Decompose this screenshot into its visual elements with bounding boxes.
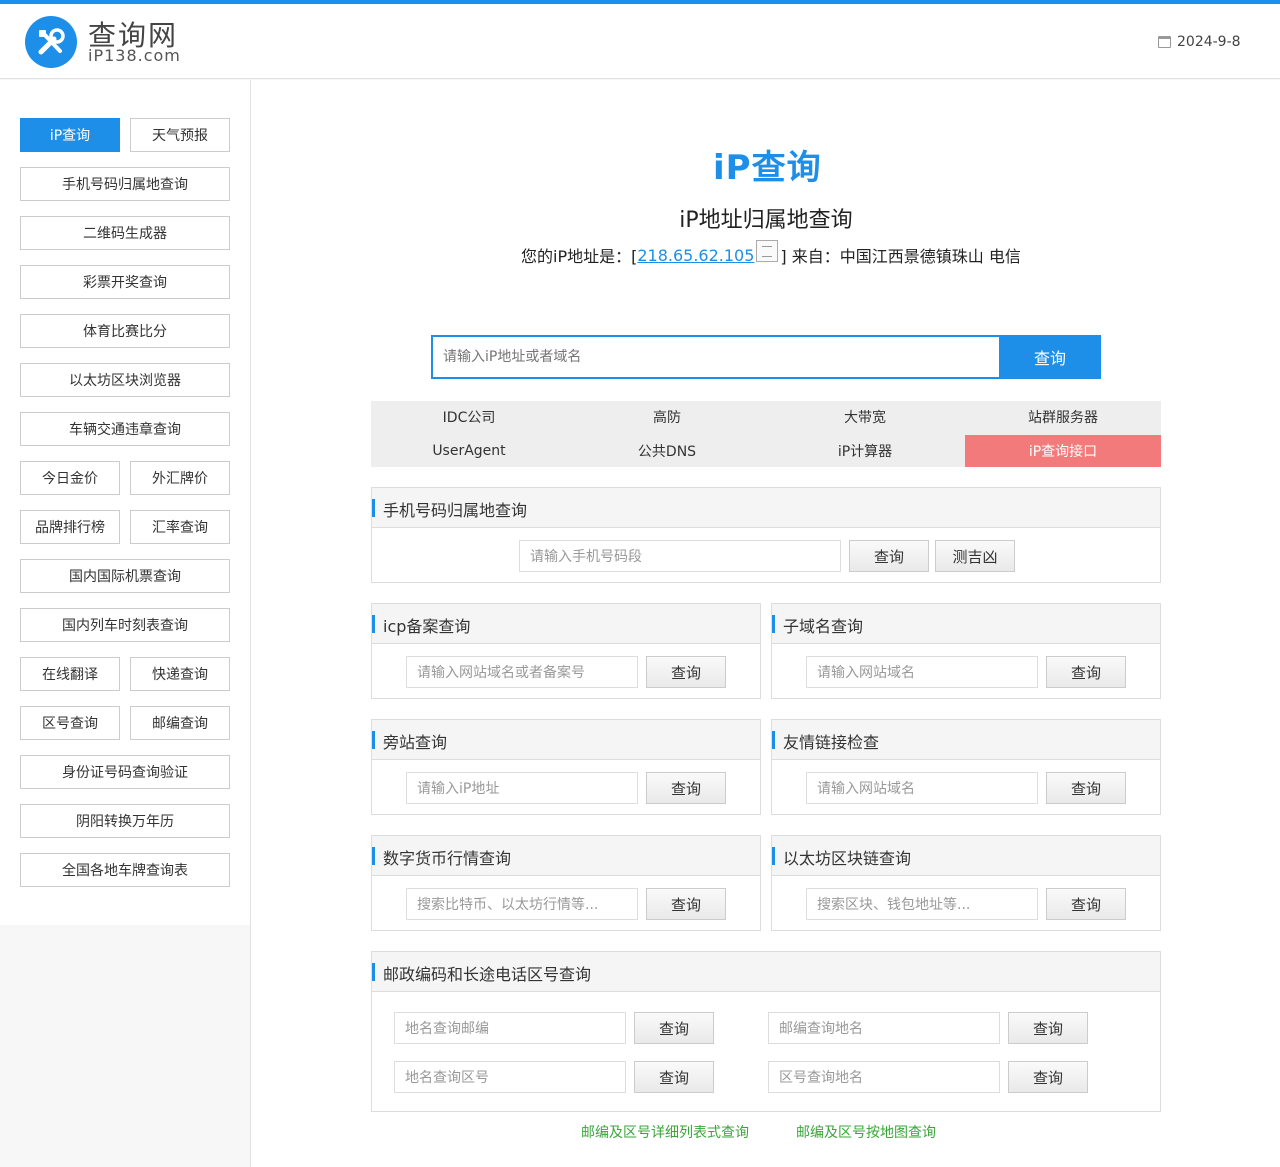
panel-title: 以太坊区块链查询 (783, 849, 912, 868)
crypto-query-panel: 数字货币行情查询 搜索比特币、以太坊行情等... 查询 (371, 835, 761, 931)
sidebar-item-trains[interactable]: 国内列车时刻表查询 (20, 608, 230, 642)
copy-icon[interactable] (756, 240, 779, 262)
subdomain-query-button[interactable]: 查询 (1046, 656, 1126, 688)
sidebar-item-sports[interactable]: 体育比赛比分 (20, 314, 230, 348)
sidebar-item-postcode[interactable]: 邮编查询 (130, 706, 230, 740)
crypto-input[interactable]: 搜索比特币、以太坊行情等... (406, 888, 638, 920)
subdomain-input[interactable]: 请输入网站域名 (806, 656, 1038, 688)
sidebar-panel: iP查询 天气预报 手机号码归属地查询 二维码生成器 彩票开奖查询 体育比赛比分… (0, 80, 250, 925)
quick-link-ip-api[interactable]: iP查询接口 (965, 435, 1161, 467)
ip-search-input[interactable] (433, 337, 999, 377)
ip-info-line: 您的iP地址是：[ 218.65.62.105 ] 来自：中国江西景德镇珠山 电… (521, 240, 1021, 267)
eth-query-panel: 以太坊区块链查询 搜索区块、钱包地址等... 查询 (771, 835, 1161, 931)
panel-title: 旁站查询 (383, 733, 448, 752)
sidesite-input[interactable]: 请输入iP地址 (406, 772, 638, 804)
sidebar-item-flights[interactable]: 国内国际机票查询 (20, 559, 230, 593)
friendlink-query-button[interactable]: 查询 (1046, 772, 1126, 804)
date-text: 2024-9-8 (1177, 34, 1241, 50)
panel-title: 邮政编码和长途电话区号查询 (383, 965, 592, 984)
sidebar-item-express[interactable]: 快递查询 (130, 657, 230, 691)
sidebar-item-weather[interactable]: 天气预报 (130, 118, 230, 152)
icp-input[interactable]: 请输入网站域名或者备案号 (406, 656, 638, 688)
postcode-to-place-button[interactable]: 查询 (1008, 1012, 1088, 1044)
postal-areacode-panel: 邮政编码和长途电话区号查询 地名查询邮编 查询 邮编查询地名 查询 地名查询区号… (371, 951, 1161, 1112)
postcode-to-place-input[interactable]: 邮编查询地名 (768, 1012, 1000, 1044)
sidebar-item-brand[interactable]: 品牌排行榜 (20, 510, 120, 544)
ip-address-link[interactable]: 218.65.62.105 (637, 246, 754, 265)
subdomain-query-panel: 子域名查询 请输入网站域名 查询 (771, 603, 1161, 699)
sidebar-item-areacode[interactable]: 区号查询 (20, 706, 120, 740)
sidebar-item-plates[interactable]: 全国各地车牌查询表 (20, 853, 230, 887)
quick-links-grid: IDC公司 高防 大带宽 站群服务器 UserAgent 公共DNS iP计算器… (371, 401, 1161, 467)
sidebar-item-calendar[interactable]: 阴阳转换万年历 (20, 804, 230, 838)
sidebar-item-ip-query[interactable]: iP查询 (20, 118, 120, 152)
postal-map-link[interactable]: 邮编及区号按地图查询 (796, 1122, 936, 1142)
page-subtitle: iP地址归属地查询 (679, 208, 853, 233)
panel-title: icp备案查询 (383, 617, 471, 636)
quick-link-ddos[interactable]: 高防 (569, 401, 765, 433)
place-to-postcode-button[interactable]: 查询 (634, 1012, 714, 1044)
sidebar-item-phone[interactable]: 手机号码归属地查询 (20, 167, 230, 201)
ip-search-box: 查询 (431, 335, 1101, 379)
sidebar-item-translate[interactable]: 在线翻译 (20, 657, 120, 691)
ip-location: ] 来自：中国江西景德镇珠山 电信 (780, 247, 1021, 266)
sidebar-item-gold[interactable]: 今日金价 (20, 461, 120, 495)
panel-title: 子域名查询 (783, 617, 864, 636)
phone-input[interactable]: 请输入手机号码段 (519, 540, 841, 572)
phone-fortune-button[interactable]: 测吉凶 (935, 540, 1015, 572)
sidesite-query-button[interactable]: 查询 (646, 772, 726, 804)
icp-query-button[interactable]: 查询 (646, 656, 726, 688)
site-domain[interactable]: iP138.com (88, 46, 181, 65)
areacode-to-place-input[interactable]: 区号查询地名 (768, 1061, 1000, 1093)
panel-header: 手机号码归属地查询 (372, 488, 1160, 528)
site-logo-icon[interactable] (25, 16, 77, 68)
ip-search-button[interactable]: 查询 (999, 335, 1101, 379)
panel-title: 友情链接检查 (783, 733, 880, 752)
postal-list-link[interactable]: 邮编及区号详细列表式查询 (581, 1122, 749, 1142)
site-header: 查询网 iP138.com 2024-9-8 (0, 4, 1280, 79)
sidebar-item-traffic[interactable]: 车辆交通违章查询 (20, 412, 230, 446)
eth-query-button[interactable]: 查询 (1046, 888, 1126, 920)
phone-query-button[interactable]: 查询 (849, 540, 929, 572)
calendar-icon (1158, 36, 1171, 48)
quick-link-dns[interactable]: 公共DNS (569, 435, 765, 467)
ip-prefix: 您的iP地址是：[ (521, 247, 638, 266)
quick-link-useragent[interactable]: UserAgent (371, 435, 567, 467)
sidebar-item-eth-explorer[interactable]: 以太坊区块浏览器 (20, 363, 230, 397)
sidebar-item-forex[interactable]: 外汇牌价 (130, 461, 230, 495)
eth-input[interactable]: 搜索区块、钱包地址等... (806, 888, 1038, 920)
place-to-areacode-button[interactable]: 查询 (634, 1061, 714, 1093)
sidebar: iP查询 天气预报 手机号码归属地查询 二维码生成器 彩票开奖查询 体育比赛比分… (0, 80, 250, 1167)
sidesite-query-panel: 旁站查询 请输入iP地址 查询 (371, 719, 761, 815)
friendlink-input[interactable]: 请输入网站域名 (806, 772, 1038, 804)
place-to-postcode-input[interactable]: 地名查询邮编 (394, 1012, 626, 1044)
main-content: iP查询 iP地址归属地查询 您的iP地址是：[ 218.65.62.105 ]… (250, 80, 1280, 1167)
panel-title: 手机号码归属地查询 (383, 501, 528, 520)
areacode-to-place-button[interactable]: 查询 (1008, 1061, 1088, 1093)
panel-title: 数字货币行情查询 (383, 849, 512, 868)
crypto-query-button[interactable]: 查询 (646, 888, 726, 920)
sidebar-item-idcard[interactable]: 身份证号码查询验证 (20, 755, 230, 789)
sidebar-item-qrcode[interactable]: 二维码生成器 (20, 216, 230, 250)
phone-query-panel: 手机号码归属地查询 请输入手机号码段 查询 测吉凶 (371, 487, 1161, 583)
friendlink-check-panel: 友情链接检查 请输入网站域名 查询 (771, 719, 1161, 815)
date-display: 2024-9-8 (1158, 34, 1241, 50)
place-to-areacode-input[interactable]: 地名查询区号 (394, 1061, 626, 1093)
ip-query-logo: iP查询 (713, 148, 822, 188)
sidebar-item-lottery[interactable]: 彩票开奖查询 (20, 265, 230, 299)
quick-link-ip-calc[interactable]: iP计算器 (767, 435, 963, 467)
quick-link-servers[interactable]: 站群服务器 (965, 401, 1161, 433)
icp-query-panel: icp备案查询 请输入网站域名或者备案号 查询 (371, 603, 761, 699)
sidebar-item-exchange[interactable]: 汇率查询 (130, 510, 230, 544)
quick-link-idc[interactable]: IDC公司 (371, 401, 567, 433)
quick-link-bandwidth[interactable]: 大带宽 (767, 401, 963, 433)
